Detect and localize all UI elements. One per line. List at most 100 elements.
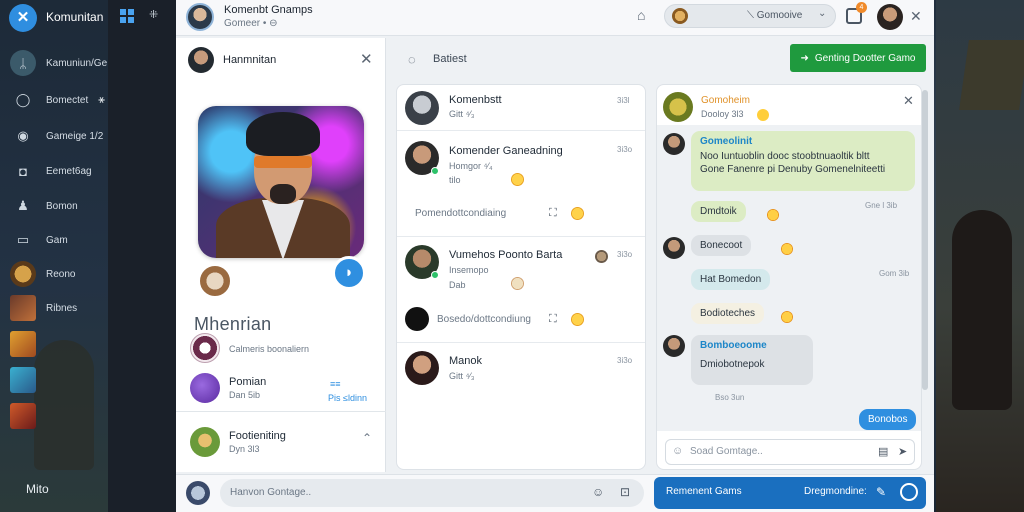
- chevron-up-icon[interactable]: ⌃: [362, 431, 372, 445]
- profile-link-top[interactable]: ≡≡: [330, 379, 341, 389]
- profile-panel: Hanmnitan ✕ ◗ Mhenrian Calmeris boonalie…: [176, 38, 386, 472]
- app-logo-icon[interactable]: ✕: [9, 4, 37, 32]
- online-indicator: [431, 167, 439, 175]
- rail-item-gam[interactable]: ▭ Gam: [10, 227, 68, 253]
- profile-display-name: Mhenrian: [194, 314, 272, 334]
- folder-icon: ▭: [16, 232, 30, 247]
- search-field[interactable]: ⟍ Gomooive ⌄: [664, 4, 836, 28]
- profile-row-icon: [190, 333, 220, 363]
- users-icon: ᛦ: [10, 50, 36, 76]
- message-bubble: Bomboeoome Dmiobotnepok: [691, 335, 813, 385]
- window-title: Komenbt Gnamps: [224, 4, 313, 16]
- background-soldier: [952, 210, 1012, 410]
- profile-row-1[interactable]: Calmeris boonaliern: [190, 333, 309, 363]
- emoji-icon: [511, 277, 524, 290]
- profile-row-icon: [190, 373, 220, 403]
- pencil-icon[interactable]: ✎: [876, 485, 886, 499]
- gamepad-icon: ◉: [17, 128, 29, 143]
- group-avatar[interactable]: [186, 3, 214, 31]
- user-avatar[interactable]: [186, 481, 210, 505]
- emoji-icon[interactable]: ☺: [592, 485, 604, 499]
- conversation-list: Komenbstt Gitt ⁴⁄₃ 3i3l Komender Ganeadn…: [396, 84, 646, 470]
- list-item[interactable]: Vumehos Poonto Barta Insemopo Dab 3i3o B…: [397, 237, 645, 343]
- search-avatar: [672, 8, 688, 24]
- image-icon: ⛶: [549, 207, 557, 219]
- rail-item-bomon[interactable]: ♟ Bomon: [10, 193, 78, 219]
- profile-row-icon: [190, 427, 220, 457]
- list-item-preview: Bosedo/dottcondiung: [437, 314, 531, 325]
- message-avatar: [663, 335, 685, 357]
- start-game-button[interactable]: ➜ Genting Dootter Gamo: [790, 44, 926, 72]
- message-bubble: Dmdtoik: [691, 201, 746, 222]
- chevron-down-icon: ⌄: [818, 8, 827, 19]
- emoji-icon: [571, 313, 584, 326]
- emoji-icon: [767, 209, 779, 221]
- chat-header-subtitle: Dooloy 3l3: [701, 109, 744, 119]
- message-bubble: Gomeolinit Noo Iuntuoblin dooc stoobtnua…: [691, 131, 915, 191]
- list-item[interactable]: Manok Gitt ⁴⁄₃ 3i3o: [397, 343, 645, 403]
- send-icon[interactable]: ➤: [898, 445, 907, 458]
- grid-icon[interactable]: [120, 9, 134, 23]
- list-item[interactable]: Komender Ganeadning Homgor ⁴⁄₄ tilo 3i3o…: [397, 131, 645, 237]
- message-bubble-outgoing: Bonobos: [859, 409, 917, 430]
- close-icon[interactable]: ✕: [903, 93, 914, 109]
- close-icon[interactable]: ✕: [910, 8, 922, 25]
- chat-header-name: Gomoheim: [701, 95, 750, 106]
- game-thumb-icon: [10, 367, 36, 393]
- message-avatar: [663, 133, 685, 155]
- rail-item-bomectet[interactable]: ◯ Bomectet ⚹: [10, 87, 105, 113]
- chat-messages: Gomeolinit Noo Iuntuoblin dooc stoobtnua…: [657, 125, 921, 431]
- message-input-placeholder: Hanvon Gontage..: [230, 487, 312, 498]
- rail-bottom-label[interactable]: Mito: [26, 482, 49, 496]
- rail-item-eemet6ag[interactable]: ◘ Eemet6ag: [10, 158, 92, 184]
- gift-icon[interactable]: 4: [846, 2, 867, 24]
- home-icon[interactable]: ⌂: [637, 7, 655, 25]
- profile-row-3[interactable]: Footieniting Dyn 3l3: [190, 427, 286, 457]
- close-icon[interactable]: ✕: [360, 50, 373, 68]
- profile-link[interactable]: Pis ≤ldinn: [328, 393, 367, 403]
- profile-avatar-card: [198, 106, 364, 258]
- online-indicator: [431, 271, 439, 279]
- emoji-icon: [781, 243, 793, 255]
- more-icon[interactable]: ⁜: [149, 8, 158, 21]
- secondary-column: ⁜: [108, 0, 176, 512]
- game-action-status: Dregmondine:: [804, 486, 867, 497]
- message-avatar: [663, 237, 685, 259]
- chat-input-placeholder: Soad Gomtage..: [690, 446, 763, 457]
- circle-icon: ◯: [15, 92, 31, 107]
- profile-header-avatar: [188, 47, 214, 73]
- game-action-bar[interactable]: Remenent Gams Dregmondine: ✎: [654, 477, 926, 509]
- attach-icon[interactable]: ⊡: [620, 485, 630, 499]
- app-name: Komunitan: [46, 10, 104, 24]
- rail-game-thumb-3[interactable]: [10, 403, 36, 429]
- game-action-label: Remenent Gams: [666, 486, 742, 497]
- profile-game-badge: [198, 264, 232, 298]
- rail-item-ribnes[interactable]: Ribnes: [10, 295, 77, 321]
- contact-avatar-small: [405, 307, 429, 331]
- verified-icon[interactable]: ◗: [332, 256, 366, 290]
- rail-game-thumb-1[interactable]: [10, 331, 36, 357]
- rail-item-reono[interactable]: Reono: [10, 261, 75, 287]
- emoji-icon: [511, 173, 524, 186]
- message-input[interactable]: Hanvon Gontage.. ☺ ⊡: [220, 479, 644, 507]
- message-bubble: Bonecoot: [691, 235, 752, 256]
- user-avatar[interactable]: [877, 4, 903, 30]
- emoji-icon: [781, 311, 793, 323]
- chat-input[interactable]: ☺ Soad Gomtage.. ▤ ➤: [665, 439, 915, 465]
- contact-avatar: [405, 91, 439, 125]
- rail-game-thumb-2[interactable]: [10, 367, 36, 393]
- emoji-icon: [757, 109, 769, 121]
- arrow-icon: ➜: [800, 52, 809, 64]
- message-bubble: Hat Bomedon: [691, 269, 771, 290]
- smile-icon[interactable]: ☺: [672, 445, 683, 457]
- scrollbar[interactable]: [922, 90, 928, 390]
- list-item[interactable]: Komenbstt Gitt ⁴⁄₃ 3i3l: [397, 85, 645, 131]
- profile-header-name: Hanmnitan: [223, 54, 277, 66]
- gallery-icon[interactable]: ▤: [878, 445, 888, 458]
- profile-row-2[interactable]: Pomian Dan 5ib: [190, 373, 266, 403]
- power-icon[interactable]: [900, 483, 918, 501]
- bag-icon: ◘: [19, 163, 27, 179]
- contact-avatar: [405, 351, 439, 385]
- chat-header-avatar: [663, 92, 693, 122]
- rail-item-gameige[interactable]: ◉ Gameige 1/2 Q: [10, 123, 122, 149]
